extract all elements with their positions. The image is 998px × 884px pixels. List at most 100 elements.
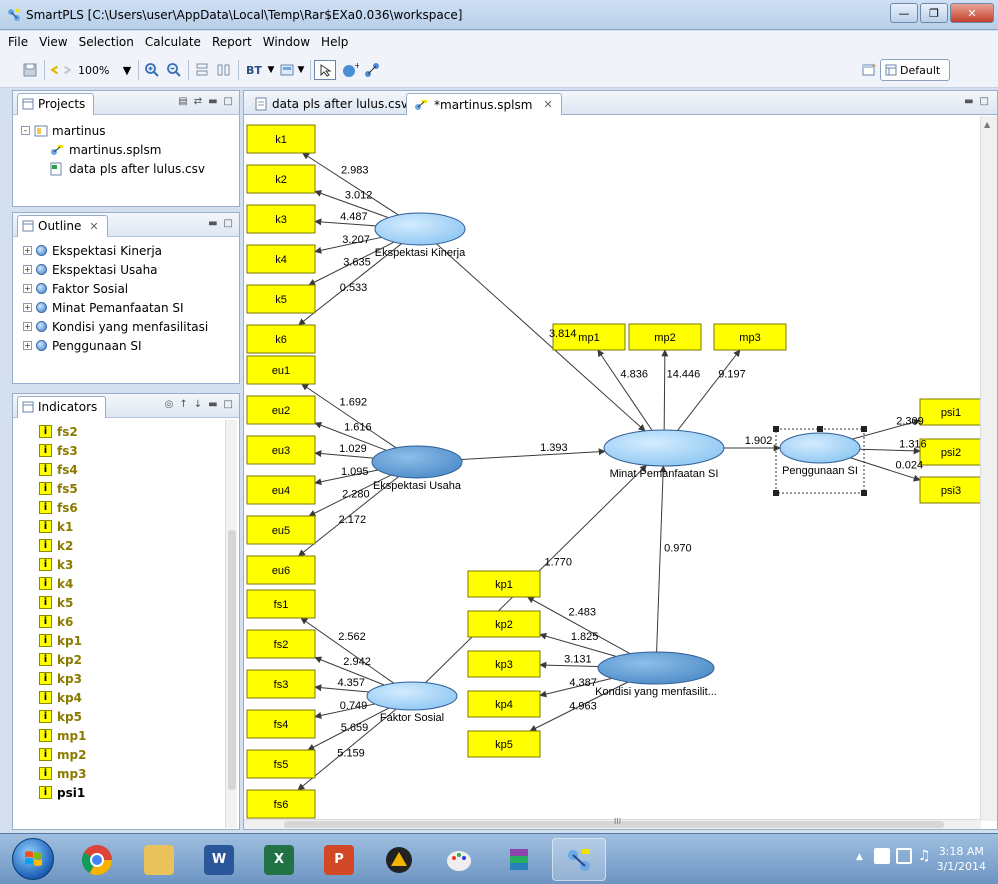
loading-arrow-mp3[interactable]: [677, 349, 741, 431]
indicator-list-item[interactable]: i k6: [39, 612, 239, 631]
minimize-panel-icon[interactable]: ▬: [964, 96, 973, 107]
taskbar-paint[interactable]: [432, 838, 486, 881]
project-file-model[interactable]: martinus.splsm: [21, 140, 239, 159]
indicator-list-item[interactable]: i k4: [39, 574, 239, 593]
tab-model-file[interactable]: *martinus.splsm ✕: [406, 93, 562, 115]
menu-file[interactable]: File: [8, 35, 28, 49]
volume-icon[interactable]: ♫: [918, 848, 931, 864]
indicator-list-item[interactable]: i k5: [39, 593, 239, 612]
color-dropdown-icon[interactable]: ▼: [296, 60, 306, 80]
outline-item[interactable]: + Ekspektasi Kinerja: [23, 241, 239, 260]
indicator-list-item[interactable]: i kp4: [39, 688, 239, 707]
zoom-level[interactable]: 100%: [78, 61, 118, 79]
start-button[interactable]: [12, 838, 54, 880]
tab-data-csv[interactable]: data pls after lulus.csv: [248, 93, 417, 115]
resize-handle[interactable]: [817, 426, 823, 432]
open-perspective-icon[interactable]: +: [860, 60, 878, 80]
resize-handle[interactable]: [861, 426, 867, 432]
menu-selection[interactable]: Selection: [79, 35, 134, 49]
filter-icon[interactable]: ◎: [165, 399, 174, 410]
indicator-list-item[interactable]: i mp1: [39, 726, 239, 745]
minimize-panel-icon[interactable]: ▬: [208, 96, 217, 107]
maximize-panel-icon[interactable]: □: [224, 96, 233, 107]
taskbar-powerpoint[interactable]: P: [312, 838, 366, 881]
save-icon[interactable]: [20, 60, 40, 80]
taskbar-explorer[interactable]: [132, 838, 186, 881]
show-hidden-icons-icon[interactable]: ▲: [856, 852, 863, 862]
restore-button[interactable]: ❐: [920, 3, 948, 23]
outline-item[interactable]: + Faktor Sosial: [23, 279, 239, 298]
indicator-list-item[interactable]: i fs6: [39, 498, 239, 517]
menu-calculate[interactable]: Calculate: [145, 35, 201, 49]
minimize-panel-icon[interactable]: ▬: [208, 218, 217, 229]
indicator-list-item[interactable]: i fs5: [39, 479, 239, 498]
latent-variable-mp[interactable]: [603, 429, 725, 467]
bt-font-button[interactable]: BT: [244, 60, 264, 80]
close-button[interactable]: ✕: [950, 3, 994, 23]
latent-variable-kp[interactable]: [597, 651, 715, 685]
outline-item[interactable]: + Kondisi yang menfasilitasi: [23, 317, 239, 336]
outline-item[interactable]: + Penggunaan SI: [23, 336, 239, 355]
indicator-list-item[interactable]: i k3: [39, 555, 239, 574]
canvas-horizontal-scrollbar[interactable]: III: [244, 817, 981, 829]
indicator-list-item[interactable]: i mp3: [39, 764, 239, 783]
scroll-up-icon[interactable]: ▲: [984, 120, 990, 129]
maximize-panel-icon[interactable]: □: [224, 218, 233, 229]
indicator-list-item[interactable]: i fs2: [39, 422, 239, 441]
perspective-default-button[interactable]: Default: [880, 59, 950, 81]
expand-toggle-icon[interactable]: +: [23, 341, 32, 350]
loading-arrow-mp2[interactable]: [661, 349, 669, 431]
tab-outline[interactable]: Outline ✕: [17, 214, 108, 237]
indicator-list-item[interactable]: i kp3: [39, 669, 239, 688]
close-tab-icon[interactable]: ✕: [543, 98, 552, 111]
indicator-list-item[interactable]: i kp5: [39, 707, 239, 726]
tab-projects[interactable]: Projects: [17, 92, 95, 115]
taskbar-app-triangle[interactable]: [372, 838, 426, 881]
loading-arrow-k1[interactable]: [302, 152, 399, 216]
latent-variable-psi[interactable]: [779, 432, 861, 464]
undo-icon[interactable]: [48, 60, 60, 80]
zoom-out-icon[interactable]: [164, 60, 184, 80]
zoom-in-icon[interactable]: [142, 60, 162, 80]
latent-variable-eu[interactable]: [371, 445, 463, 479]
minimize-panel-icon[interactable]: ▬: [208, 399, 217, 410]
maximize-panel-icon[interactable]: □: [224, 399, 233, 410]
network-icon[interactable]: [896, 848, 912, 864]
minimize-button[interactable]: —: [890, 3, 918, 23]
indicator-list-item[interactable]: i kp2: [39, 650, 239, 669]
latent-variable-tool-icon[interactable]: +: [340, 60, 360, 80]
selection-tool-icon[interactable]: [314, 60, 336, 80]
action-center-icon[interactable]: [874, 848, 890, 864]
path-model-diagram[interactable]: k1 k2 k3 k4 k5 k6 eu1 eu2 eu3 eu4 eu5 eu6 fs1 fs2 fs3 f…: [244, 116, 981, 821]
latent-variable-fs[interactable]: [366, 681, 458, 711]
connect-tool-icon[interactable]: [362, 60, 382, 80]
tab-indicators[interactable]: Indicators: [17, 395, 107, 418]
resize-handle[interactable]: [773, 426, 779, 432]
project-file-data[interactable]: data pls after lulus.csv: [21, 159, 239, 178]
canvas-vertical-scrollbar[interactable]: ▲: [980, 116, 997, 821]
indicator-list-item[interactable]: i fs4: [39, 460, 239, 479]
resize-handle[interactable]: [861, 490, 867, 496]
menu-view[interactable]: View: [39, 35, 67, 49]
path-arrow-kp-mp[interactable]: [656, 465, 667, 653]
bt-dropdown-icon[interactable]: ▼: [266, 60, 276, 80]
expand-toggle-icon[interactable]: +: [23, 303, 32, 312]
expand-toggle-icon[interactable]: +: [23, 246, 32, 255]
taskbar-chrome[interactable]: [70, 838, 124, 881]
indicators-scrollbar[interactable]: [225, 420, 237, 828]
path-model-canvas[interactable]: k1 k2 k3 k4 k5 k6 eu1 eu2 eu3 eu4 eu5 eu6 fs1 fs2 fs3 f…: [244, 116, 981, 821]
indicator-list-item[interactable]: i k2: [39, 536, 239, 555]
loading-arrow-eu1[interactable]: [301, 383, 397, 449]
loading-arrow-mp1[interactable]: [597, 349, 653, 431]
menu-window[interactable]: Window: [263, 35, 310, 49]
indicator-list-item[interactable]: i k1: [39, 517, 239, 536]
indicator-list-item[interactable]: i mp2: [39, 745, 239, 764]
collapse-all-icon[interactable]: ▤: [178, 96, 187, 107]
taskbar-clock[interactable]: 3:18 AM 3/1/2014: [937, 844, 986, 874]
sort-descending-icon[interactable]: ↓: [194, 399, 202, 410]
outline-item[interactable]: + Minat Pemanfaatan SI: [23, 298, 239, 317]
zoom-dropdown-icon[interactable]: ▼: [120, 60, 134, 80]
close-tab-icon[interactable]: ✕: [89, 220, 98, 233]
outline-item[interactable]: + Ekspektasi Usaha: [23, 260, 239, 279]
collapse-toggle-icon[interactable]: –: [21, 126, 30, 135]
